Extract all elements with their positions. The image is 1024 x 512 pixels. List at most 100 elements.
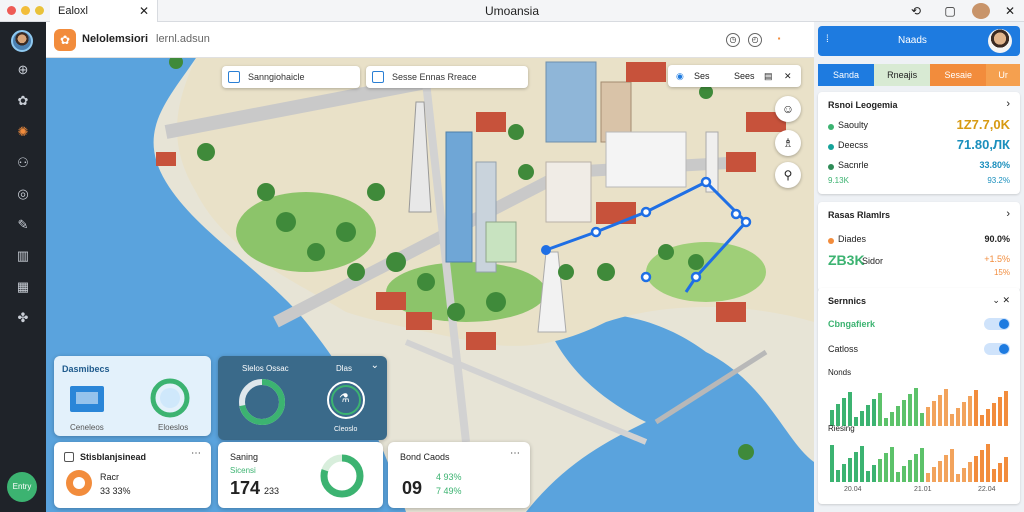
widget3-line2: 33 33% [100, 486, 131, 496]
bar [992, 403, 996, 426]
window-traffic-lights [7, 6, 44, 15]
tools-icon[interactable]: ✎ [13, 215, 33, 235]
bar [962, 468, 966, 482]
panel-header: ⁞ Naads [818, 26, 1020, 56]
bar [902, 400, 906, 426]
summary-row: Sacnrle 33.80% [828, 160, 1010, 174]
widget2-graphics [239, 379, 365, 425]
user-avatar[interactable] [972, 3, 990, 19]
more-icon[interactable]: ⋯ [191, 448, 201, 459]
widget3-title: Stisblanjsinead [80, 452, 147, 462]
map-header: ✿ Nelolemsiori lernl.adsun ◷ ◴ ▪ [46, 22, 814, 58]
panel-menu-icon[interactable]: ⁞ [826, 34, 829, 45]
bar [860, 446, 864, 482]
maximize-button[interactable]: ▢ [940, 2, 960, 20]
tab-sanda[interactable]: Sanda [818, 64, 875, 86]
bar [908, 460, 912, 482]
bar [920, 413, 924, 426]
summary-row-label: Deecss [838, 140, 869, 150]
pawn-icon[interactable]: ♗ [775, 130, 801, 156]
toggle-switch-1[interactable] [984, 318, 1010, 330]
maximize-window-dot[interactable] [35, 6, 44, 15]
bar [980, 415, 984, 426]
pin-icon[interactable]: ⚲ [775, 162, 801, 188]
axis-label: 22.04 [978, 486, 996, 493]
bar [836, 404, 840, 426]
search-input-left[interactable]: Sanngiohaicle [222, 66, 360, 88]
bar [890, 447, 894, 482]
chevron-right-icon[interactable]: › [1006, 208, 1010, 220]
summary-row-label: Sacnrle [838, 160, 869, 170]
close-window-dot[interactable] [7, 6, 16, 15]
widget-stisblanjsinead[interactable]: Stisblanjsinead ⋯ Racr 33 33% [54, 442, 211, 508]
bar [938, 461, 942, 482]
close-button[interactable]: ✕ [1000, 2, 1020, 20]
clock-icon[interactable]: ◷ [726, 33, 740, 47]
widget-bond-caods[interactable]: Bond Caods ⋯ 09 4 93% 7 49% [388, 442, 530, 508]
globe-icon[interactable]: ⊕ [13, 60, 33, 80]
bookmark-icon[interactable]: ▪ [772, 33, 786, 47]
more-icon[interactable]: ⋯ [510, 448, 520, 459]
widget-progress[interactable]: Slelos Ossac Dlas ⌄ ⚗ Cleoslo [218, 356, 387, 440]
toggle-label-1: Cbngafierk [828, 319, 876, 329]
palette-icon[interactable]: ✤ [13, 308, 33, 328]
tab-rneajis[interactable]: Rneajis [874, 64, 931, 86]
nodes-icon[interactable]: ⚇ [13, 153, 33, 173]
compass-icon[interactable]: ◎ [13, 184, 33, 204]
gear-icon[interactable]: ✿ [13, 91, 33, 111]
panel-tabs: Sanda Rneajis Sesaie Ur [818, 64, 1020, 86]
bar [950, 449, 954, 482]
doc-icon [64, 452, 74, 462]
orange-circle-icon [66, 470, 92, 496]
widget-saning[interactable]: Saning Sicensi 174 233 [218, 442, 383, 508]
widget-dasmibecs[interactable]: Dasmibecs Ceneleos Eloeslos [54, 356, 211, 436]
summary-row-label: Saoulty [838, 120, 869, 130]
widget2-label-bottom: Cleoslo [334, 426, 358, 433]
metrics-delta: +1.5% [984, 254, 1010, 264]
toolbar-item-sees[interactable]: Sees [734, 65, 755, 87]
refresh-icon[interactable]: ⟲ [906, 2, 926, 20]
chevron-right-icon[interactable]: › [1006, 98, 1010, 110]
layers-icon[interactable]: ▤ [764, 65, 773, 87]
timer-icon[interactable]: ◴ [748, 33, 762, 47]
widget5-title: Bond Caods [400, 452, 450, 462]
toolbar-item-ses[interactable]: Ses [694, 65, 710, 87]
settings-controls[interactable]: ⌄ ✕ [992, 295, 1010, 306]
bar [932, 467, 936, 482]
toggle-switch-2[interactable] [984, 343, 1010, 355]
bar [842, 464, 846, 482]
flower-icon[interactable]: ✺ [13, 122, 33, 142]
bar [872, 399, 876, 426]
bar [974, 456, 978, 482]
locate-icon[interactable]: ◉ [676, 65, 684, 87]
bar [866, 471, 870, 482]
metrics-big-sub: Sidor [862, 256, 884, 266]
minimize-window-dot[interactable] [21, 6, 30, 15]
metrics-row-label: Diades [838, 234, 867, 244]
search-input-right[interactable]: Sesse Ennas Rreace [366, 66, 528, 88]
bar [866, 405, 870, 426]
metrics-row-value: 90.0% [984, 234, 1010, 244]
bar [950, 414, 954, 426]
bar [992, 469, 996, 482]
bar [914, 388, 918, 426]
bar [980, 450, 984, 482]
panel-avatar[interactable] [988, 29, 1012, 53]
map-toolbar: ◉ Ses Sees ▤ ✕ [668, 65, 801, 87]
person-icon[interactable]: ☺ [775, 96, 801, 122]
right-panel: ⁞ Naads Sanda Rneajis Sesaie Ur Rsnoi Le… [814, 22, 1024, 512]
entry-button[interactable]: Entry [7, 472, 37, 502]
settings-card: Sernnics ⌄ ✕ Cbngafierk Catloss Nonds Ri… [818, 288, 1020, 504]
tab-ur[interactable]: Ur [986, 64, 1020, 86]
profile-avatar[interactable] [11, 30, 33, 52]
layers-icon[interactable]: ▦ [13, 277, 33, 297]
city-map-viewport[interactable]: ✿ Nelolemsiori lernl.adsun ◷ ◴ ▪ Sanngio… [46, 22, 814, 512]
tab-sesaie[interactable]: Sesaie [930, 64, 987, 86]
tab-close-icon[interactable]: ✕ [139, 0, 149, 22]
chart-icon[interactable]: ▥ [13, 246, 33, 266]
metrics-title: Rasas Rlamlrs [828, 210, 891, 220]
bar [920, 448, 924, 482]
bar [998, 397, 1002, 426]
browser-tab[interactable]: Ealoxl ✕ [50, 0, 158, 22]
toolbar-close-icon[interactable]: ✕ [784, 65, 792, 87]
